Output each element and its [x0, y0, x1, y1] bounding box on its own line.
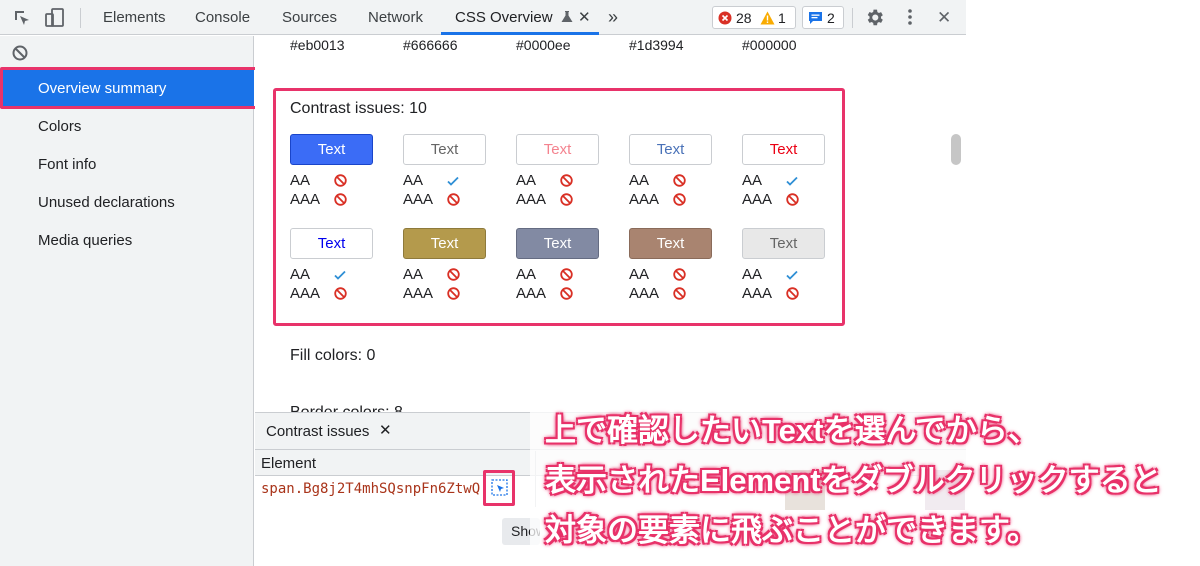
element-selector-link[interactable]: span.Bg8j2T4mhSQsnpFn6ZtwQ	[261, 481, 480, 497]
toolbar-divider	[852, 8, 853, 28]
tab-console[interactable]: Console	[195, 0, 250, 35]
annotation-line-2: 表示されたElementをダブルクリックすると	[545, 463, 1162, 498]
close-drawer-tab-icon[interactable]: ✕	[379, 421, 392, 439]
gear-icon[interactable]	[864, 7, 885, 28]
highlight-frame-sidebar	[0, 67, 259, 109]
device-toggle-icon[interactable]	[44, 7, 66, 29]
error-count: 28	[736, 10, 752, 26]
message-count: 2	[827, 10, 835, 26]
highlight-frame-contrast	[273, 88, 845, 326]
sidebar-item-font-info[interactable]: Font info	[0, 146, 254, 184]
close-devtools-icon[interactable]: ✕	[937, 0, 951, 35]
color-hex-value[interactable]: #1d3994	[629, 37, 684, 53]
sidebar-item-media-queries[interactable]: Media queries	[0, 222, 254, 260]
color-hex-value[interactable]: #666666	[403, 37, 458, 53]
message-icon	[809, 12, 822, 24]
sidebar-item-unused-declarations[interactable]: Unused declarations	[0, 184, 254, 222]
tab-sources[interactable]: Sources	[282, 0, 337, 35]
fill-colors-title: Fill colors: 0	[290, 347, 376, 364]
scrollbar-thumb[interactable]	[951, 134, 961, 165]
color-hex-value[interactable]: #000000	[742, 37, 797, 53]
active-tab-indicator	[441, 32, 599, 35]
clear-icon[interactable]	[12, 45, 28, 61]
annotation-line-3: 対象の要素に飛ぶことができます。	[545, 513, 1038, 548]
sidebar: Overview summary Colors Font info Unused…	[0, 36, 254, 566]
highlight-frame-reveal	[483, 470, 515, 506]
error-icon	[718, 11, 732, 25]
messages-counter[interactable]: 2	[802, 6, 844, 29]
warning-count: 1	[778, 10, 786, 26]
devtools-toolbar: Elements Console Sources Network CSS Ove…	[0, 0, 966, 35]
issues-counter[interactable]: 28 1	[712, 6, 796, 29]
tab-css-overview[interactable]: CSS Overview	[455, 0, 553, 35]
inspect-element-icon[interactable]	[12, 8, 32, 28]
annotation-line-1: 上で確認したいTextを選んでから、	[545, 413, 1039, 448]
color-hex-value[interactable]: #eb0013	[290, 37, 345, 53]
tab-contrast-issues[interactable]: Contrast issues	[266, 423, 369, 440]
more-tabs-chevron-icon[interactable]: »	[608, 0, 618, 34]
more-options-icon[interactable]	[901, 8, 919, 26]
sidebar-item-colors[interactable]: Colors	[0, 108, 254, 146]
experiment-flask-icon	[561, 11, 573, 22]
tab-network[interactable]: Network	[368, 0, 423, 35]
tab-elements[interactable]: Elements	[103, 0, 166, 35]
warning-icon	[760, 11, 775, 25]
close-tab-icon[interactable]: ✕	[578, 0, 591, 35]
toolbar-divider	[80, 8, 81, 28]
column-header-element: Element	[261, 455, 317, 472]
color-hex-value[interactable]: #0000ee	[516, 37, 571, 53]
